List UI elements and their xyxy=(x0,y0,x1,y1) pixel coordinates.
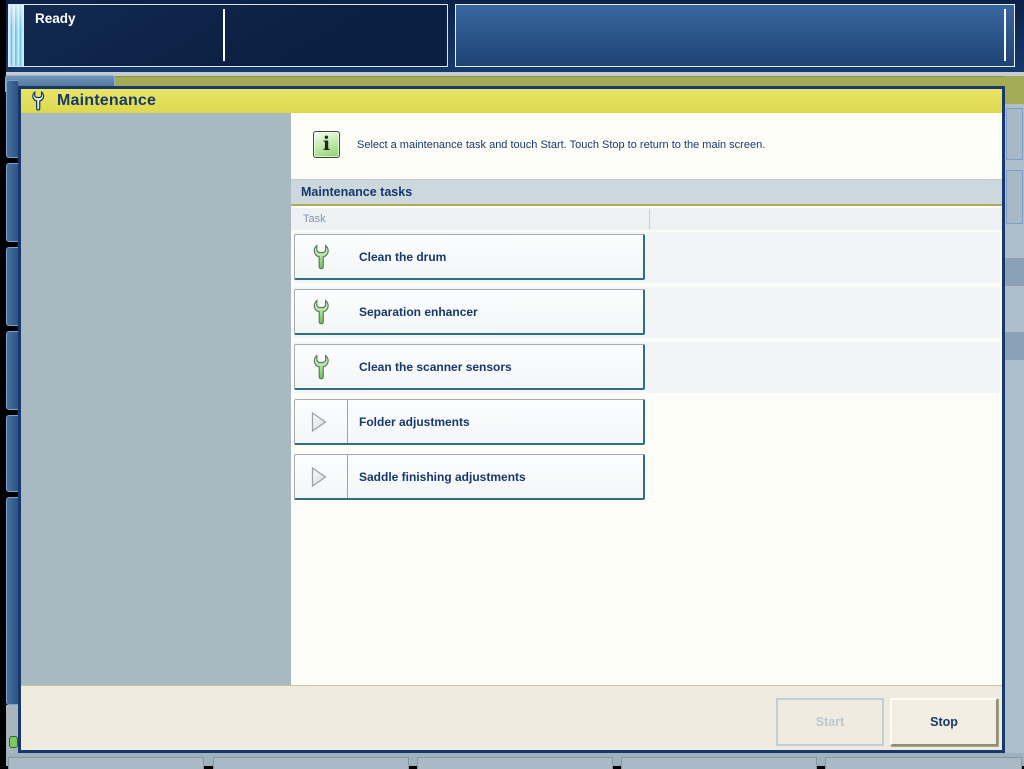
task-button-label: Folder adjustments xyxy=(359,415,470,429)
task-button-clean-drum[interactable]: Clean the drum xyxy=(294,234,645,280)
status-panel-left: Ready xyxy=(8,4,448,67)
task-button-clean-scanner-sensors[interactable]: Clean the scanner sensors xyxy=(294,344,645,390)
dialog-footer: Start Stop xyxy=(21,685,1002,750)
start-button[interactable]: Start xyxy=(776,698,884,746)
background-green-icon xyxy=(9,736,18,748)
background-bottom-button xyxy=(825,757,1022,769)
background-bottom-button xyxy=(621,757,817,769)
stop-button[interactable]: Stop xyxy=(890,698,998,746)
background-side-tab xyxy=(1006,108,1023,160)
status-bar: Ready xyxy=(6,0,1024,72)
arrow-right-icon xyxy=(310,411,328,433)
background-title-band xyxy=(1005,76,1024,104)
task-row: Clean the drum xyxy=(291,230,1002,285)
background-side-tab xyxy=(6,80,18,158)
status-panel-divider xyxy=(1004,9,1006,61)
info-message: Select a maintenance task and touch Star… xyxy=(357,139,765,151)
background-side-tab xyxy=(6,247,18,326)
background-side-tab xyxy=(6,331,18,410)
background-bottom-button xyxy=(213,757,409,769)
info-icon: i xyxy=(313,131,340,158)
screen: Ready Mainten xyxy=(0,0,1024,766)
background-strip-segment xyxy=(1005,258,1024,286)
arrow-right-icon xyxy=(310,466,328,488)
background-side-tab xyxy=(6,497,18,705)
background-bottom-button xyxy=(417,757,613,769)
task-row: Folder adjustments xyxy=(291,395,1002,450)
background-bottom-button xyxy=(8,757,204,769)
submenu-button-folder-adjustments[interactable]: Folder adjustments xyxy=(294,399,645,445)
task-row: Saddle finishing adjustments xyxy=(291,450,1002,505)
maintenance-dialog: Maintenance i Select a maintenance task … xyxy=(18,86,1005,753)
wrench-icon xyxy=(312,244,330,270)
background-side-tab xyxy=(1006,170,1023,224)
status-stripes-decoration xyxy=(9,5,24,66)
background-side-tab xyxy=(6,415,18,492)
task-row: Clean the scanner sensors xyxy=(291,340,1002,395)
wrench-title-icon xyxy=(31,91,45,111)
dialog-title-bar: Maintenance xyxy=(21,89,1002,113)
task-list: Clean the drum Separation enhancer xyxy=(291,230,1002,505)
dialog-side-panel xyxy=(21,113,291,685)
status-panel-divider xyxy=(223,9,225,61)
task-button-label: Clean the scanner sensors xyxy=(359,360,512,374)
task-row: Separation enhancer xyxy=(291,285,1002,340)
tasks-section-header: Maintenance tasks xyxy=(291,180,1002,206)
wrench-icon xyxy=(312,354,330,380)
dialog-content: i Select a maintenance task and touch St… xyxy=(291,113,1002,685)
background-side-tab xyxy=(6,163,18,242)
dialog-title: Maintenance xyxy=(57,89,156,113)
task-button-label: Clean the drum xyxy=(359,250,446,264)
task-button-separation-enhancer[interactable]: Separation enhancer xyxy=(294,289,645,335)
wrench-icon xyxy=(312,299,330,325)
arrow-icon-cell xyxy=(295,455,348,498)
task-column-header-row: Task xyxy=(291,208,1002,230)
task-button-label: Saddle finishing adjustments xyxy=(359,470,526,484)
background-bottom-bar xyxy=(6,753,1024,766)
task-button-label: Separation enhancer xyxy=(359,305,478,319)
status-ready-label: Ready xyxy=(35,11,76,26)
status-panel-right xyxy=(455,4,1015,67)
background-right-strip xyxy=(1005,76,1024,753)
column-divider xyxy=(649,209,650,229)
background-strip-segment xyxy=(1005,332,1024,360)
submenu-button-saddle-finishing-adjustments[interactable]: Saddle finishing adjustments xyxy=(294,454,645,500)
task-column-header: Task xyxy=(303,208,326,230)
arrow-icon-cell xyxy=(295,400,348,443)
